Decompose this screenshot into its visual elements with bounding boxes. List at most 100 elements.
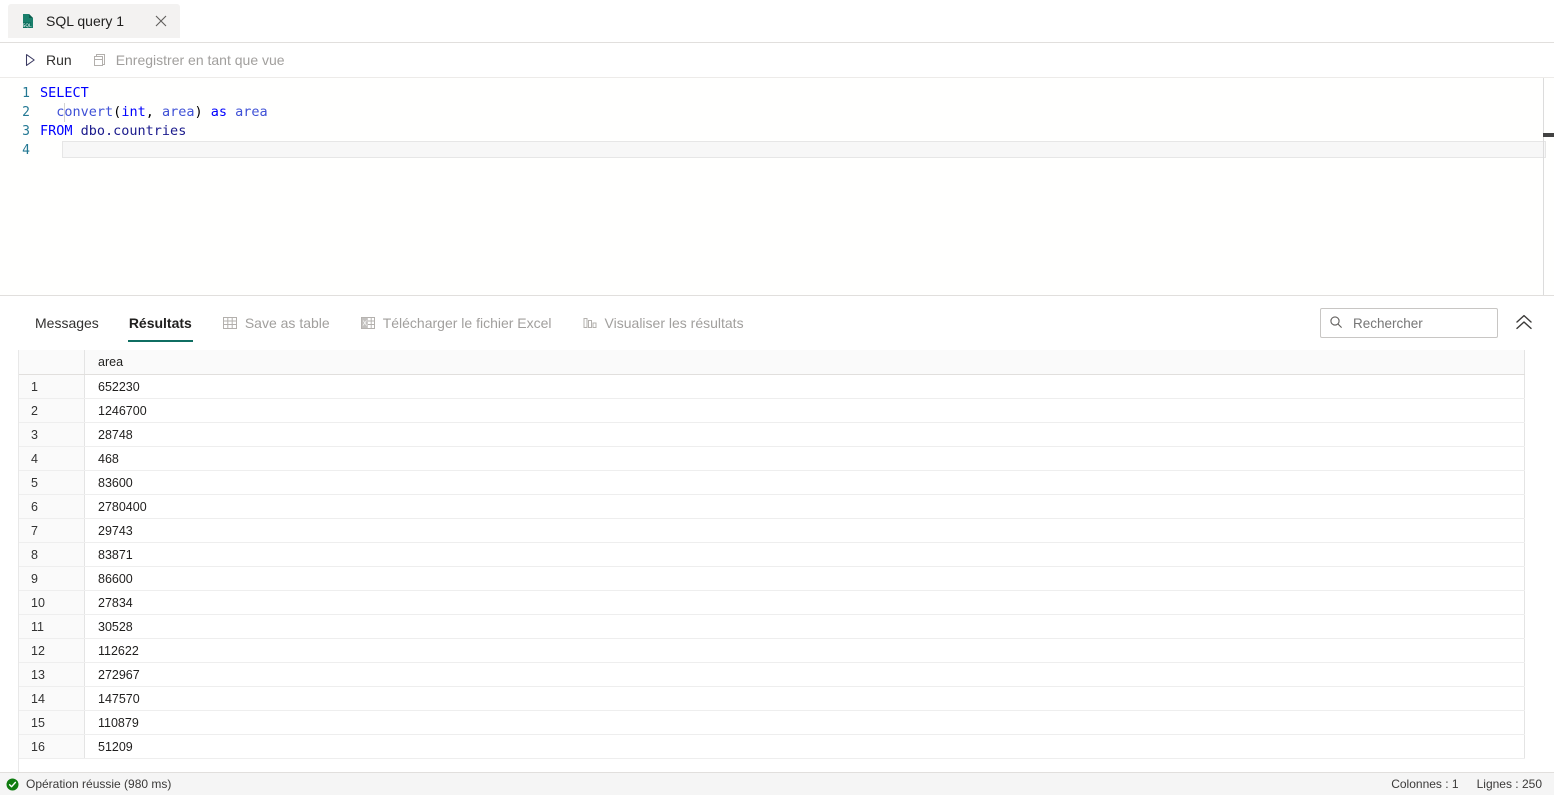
save-as-table-label: Save as table [244, 315, 330, 331]
save-view-icon [92, 52, 108, 68]
row-number: 16 [19, 735, 85, 758]
line-number: 2 [22, 105, 30, 120]
row-number: 15 [19, 711, 85, 734]
cell-area[interactable]: 110879 [85, 711, 1525, 734]
row-number: 2 [19, 399, 85, 422]
table-row[interactable]: 8 83871 [19, 543, 1525, 567]
cell-area[interactable]: 86600 [85, 567, 1525, 590]
tab-messages-label: Messages [35, 315, 99, 331]
run-button[interactable]: Run [14, 46, 80, 74]
run-label: Run [46, 52, 72, 68]
row-number: 14 [19, 687, 85, 710]
excel-icon: X [360, 315, 376, 331]
table-row[interactable]: 11 30528 [19, 615, 1525, 639]
table-row[interactable]: 4 468 [19, 447, 1525, 471]
table-row[interactable]: 9 86600 [19, 567, 1525, 591]
row-number: 12 [19, 639, 85, 662]
visualize-results-button[interactable]: Visualiser les résultats [569, 296, 757, 350]
tab-label: SQL query 1 [46, 13, 125, 29]
table-row[interactable]: 14 147570 [19, 687, 1525, 711]
download-excel-button[interactable]: X Télécharger le fichier Excel [347, 296, 565, 350]
tab-messages[interactable]: Messages [22, 296, 112, 350]
grid-header-rownum [19, 350, 85, 374]
table-row[interactable]: 13 272967 [19, 663, 1525, 687]
tab-sql-query-1[interactable]: SQL SQL query 1 [8, 4, 181, 38]
table-row[interactable]: 5 83600 [19, 471, 1525, 495]
active-line-highlight [62, 141, 1546, 158]
visualize-results-label: Visualiser les résultats [604, 315, 744, 331]
editor-minimap-divider [1543, 78, 1544, 295]
row-number: 9 [19, 567, 85, 590]
save-as-view-label: Enregistrer en tant que vue [115, 52, 285, 68]
search-box[interactable] [1320, 308, 1498, 338]
table-icon [222, 315, 238, 331]
cell-area[interactable]: 112622 [85, 639, 1525, 662]
sql-file-icon: SQL [20, 13, 36, 29]
search-icon [1329, 315, 1343, 332]
cell-area[interactable]: 468 [85, 447, 1525, 470]
status-left: Opération réussie (980 ms) [6, 777, 171, 791]
indent-guide [64, 103, 65, 122]
row-number: 11 [19, 615, 85, 638]
table-row[interactable]: 10 27834 [19, 591, 1525, 615]
row-number: 8 [19, 543, 85, 566]
status-message: Opération réussie (980 ms) [26, 777, 172, 791]
editor-scrollbar-thumb[interactable] [1543, 133, 1554, 137]
svg-text:X: X [362, 320, 367, 328]
grid-header-area[interactable]: area [85, 350, 1525, 374]
save-as-table-button[interactable]: Save as table [209, 296, 343, 350]
cell-area[interactable]: 1246700 [85, 399, 1525, 422]
line-number: 1 [22, 86, 30, 101]
collapse-results-button[interactable] [1510, 309, 1538, 337]
line-number: 3 [22, 124, 30, 139]
table-row[interactable]: 3 28748 [19, 423, 1525, 447]
row-number: 1 [19, 375, 85, 398]
results-panel: Messages Résultats Save as table X Téléc… [0, 295, 1554, 772]
cell-area[interactable]: 2780400 [85, 495, 1525, 518]
editor-toolbar: Run Enregistrer en tant que vue [0, 42, 1554, 78]
tab-resultats[interactable]: Résultats [116, 296, 205, 350]
row-number: 6 [19, 495, 85, 518]
results-grid[interactable]: area 1 652230 2 1246700 3 28748 4 468 5 … [18, 350, 1525, 772]
table-row[interactable]: 7 29743 [19, 519, 1525, 543]
cell-area[interactable]: 272967 [85, 663, 1525, 686]
cell-area[interactable]: 29743 [85, 519, 1525, 542]
editor-tab-strip: SQL SQL query 1 [0, 0, 1554, 42]
bar-chart-icon [582, 315, 598, 331]
grid-header-row: area [19, 350, 1525, 375]
status-columns: Colonnes : 1 [1391, 777, 1459, 791]
row-number: 3 [19, 423, 85, 446]
sql-code-editor[interactable]: 1 SELECT 2 convert(int, area) as area 3 … [0, 78, 1554, 295]
row-number: 5 [19, 471, 85, 494]
code-area[interactable]: 1 SELECT 2 convert(int, area) as area 3 … [0, 78, 1554, 160]
table-row[interactable]: 6 2780400 [19, 495, 1525, 519]
table-row[interactable]: 12 112622 [19, 639, 1525, 663]
cell-area[interactable]: 83600 [85, 471, 1525, 494]
table-row[interactable]: 15 110879 [19, 711, 1525, 735]
results-toolbar: Messages Résultats Save as table X Téléc… [0, 296, 1554, 350]
cell-area[interactable]: 27834 [85, 591, 1525, 614]
cell-area[interactable]: 30528 [85, 615, 1525, 638]
table-row[interactable]: 16 51209 [19, 735, 1525, 759]
cell-area[interactable]: 51209 [85, 735, 1525, 758]
cell-area[interactable]: 28748 [85, 423, 1525, 446]
results-toolbar-right [1320, 308, 1538, 338]
save-as-view-button[interactable]: Enregistrer en tant que vue [84, 46, 293, 74]
code-text: FROM dbo.countries [40, 123, 187, 139]
download-excel-label: Télécharger le fichier Excel [382, 315, 552, 331]
results-tab-list: Messages Résultats Save as table X Téléc… [22, 296, 757, 350]
cell-area[interactable]: 652230 [85, 375, 1525, 398]
search-input[interactable] [1351, 314, 1489, 332]
table-row[interactable]: 1 652230 [19, 375, 1525, 399]
svg-text:SQL: SQL [22, 23, 32, 29]
status-right: Colonnes : 1 Lignes : 250 [1391, 777, 1542, 791]
cell-area[interactable]: 83871 [85, 543, 1525, 566]
row-number: 4 [19, 447, 85, 470]
code-line: 1 SELECT [0, 84, 1554, 103]
table-row[interactable]: 2 1246700 [19, 399, 1525, 423]
close-icon[interactable] [148, 8, 174, 34]
row-number: 7 [19, 519, 85, 542]
code-line-active: 4 [0, 141, 1554, 160]
cell-area[interactable]: 147570 [85, 687, 1525, 710]
status-bar: Opération réussie (980 ms) Colonnes : 1 … [0, 772, 1554, 795]
